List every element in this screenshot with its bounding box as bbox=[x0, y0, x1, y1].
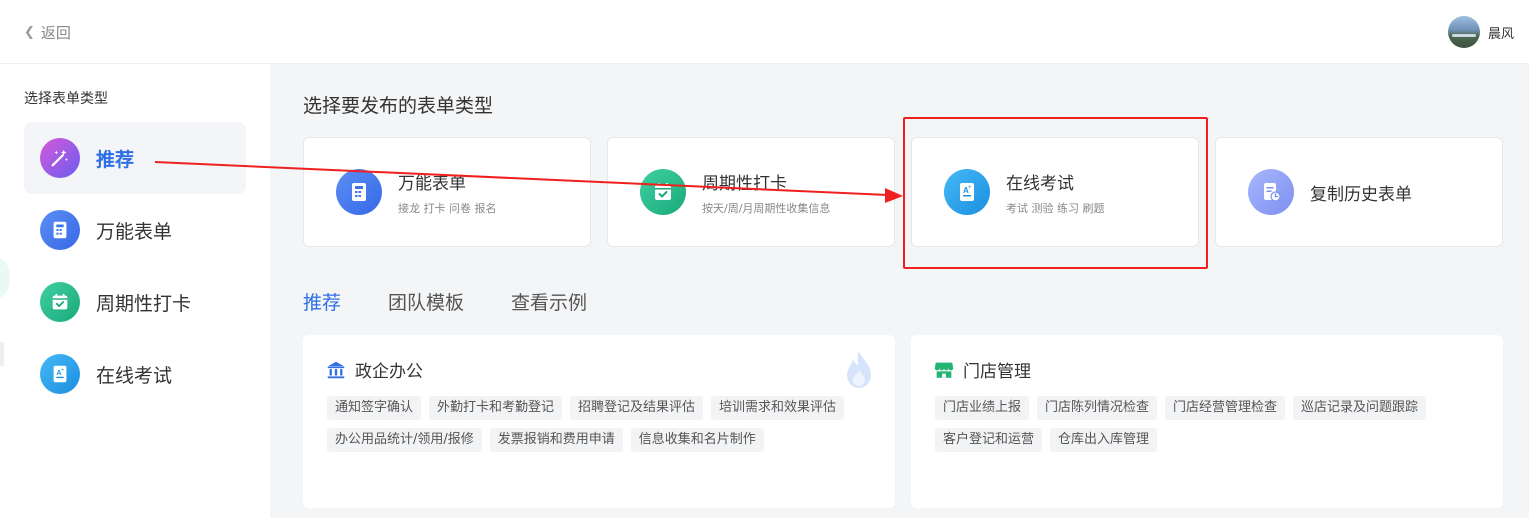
template-tag[interactable]: 客户登记和运营 bbox=[935, 428, 1043, 452]
sidebar-item-label: 周期性打卡 bbox=[96, 292, 192, 315]
type-card-name: 万能表单 bbox=[398, 173, 466, 194]
user-name: 晨风 bbox=[1487, 26, 1514, 42]
page-title: 选择要发布的表单类型 bbox=[303, 95, 494, 117]
tab-view-examples[interactable]: 查看示例 bbox=[511, 288, 587, 315]
svg-text:+: + bbox=[968, 185, 972, 191]
calendar-check-icon bbox=[640, 169, 686, 215]
tag-list: 通知签字确认 外勤打卡和考勤登记 招聘登记及结果评估 培训需求和效果评估 办公用… bbox=[327, 396, 867, 452]
chevron-left-icon: ❮ bbox=[24, 25, 35, 40]
exam-icon: A + bbox=[944, 169, 990, 215]
history-form-icon bbox=[1248, 169, 1294, 215]
category-name: 门店管理 bbox=[963, 362, 1031, 382]
template-tag[interactable]: 门店业绩上报 bbox=[935, 396, 1030, 420]
sidebar-title: 选择表单类型 bbox=[24, 91, 108, 107]
tab-team-templates[interactable]: 团队模板 bbox=[388, 288, 464, 315]
template-tag[interactable]: 外勤打卡和考勤登记 bbox=[429, 396, 563, 420]
category-card-government-office: 政企办公 通知签字确认 外勤打卡和考勤登记 招聘登记及结果评估 培训需求和效果评… bbox=[303, 335, 895, 508]
sidebar-item-label: 万能表单 bbox=[96, 220, 173, 243]
top-bar: ❮ 返回 晨风 bbox=[0, 0, 1529, 64]
type-card-copy-history[interactable]: 复制历史表单 bbox=[1215, 137, 1503, 247]
type-card-name: 复制历史表单 bbox=[1310, 184, 1412, 205]
template-tag[interactable]: 发票报销和费用申请 bbox=[489, 428, 623, 452]
template-tabs: 推荐 团队模板 查看示例 bbox=[303, 288, 587, 315]
form-icon bbox=[40, 210, 80, 250]
sidebar-item-periodic-checkin[interactable]: 周期性打卡 bbox=[24, 266, 246, 338]
type-card-desc: 考试 测验 练习 刷题 bbox=[1006, 201, 1105, 215]
template-tag[interactable]: 巡店记录及问题跟踪 bbox=[1293, 396, 1427, 420]
svg-text:+: + bbox=[61, 367, 64, 373]
type-card-online-exam[interactable]: A + 在线考试 考试 测验 练习 刷题 bbox=[911, 137, 1199, 247]
template-tag[interactable]: 招聘登记及结果评估 bbox=[570, 396, 704, 420]
sidebar-item-label: 在线考试 bbox=[96, 364, 173, 387]
template-tag[interactable]: 通知签字确认 bbox=[327, 396, 422, 420]
sidebar: 选择表单类型 推荐 万能表单 周期性打卡 A + 在线考试 bbox=[0, 64, 270, 518]
exam-icon: A + bbox=[40, 354, 80, 394]
type-card-name: 在线考试 bbox=[1006, 173, 1074, 194]
user-menu[interactable]: 晨风 bbox=[1447, 16, 1514, 48]
type-card-universal-form[interactable]: 万能表单 接龙 打卡 问卷 报名 bbox=[303, 137, 591, 247]
edge-divider bbox=[0, 342, 4, 366]
template-tag[interactable]: 信息收集和名片制作 bbox=[630, 428, 764, 452]
calendar-check-icon bbox=[40, 282, 80, 322]
back-button[interactable]: ❮ 返回 bbox=[24, 22, 71, 43]
avatar[interactable] bbox=[1447, 16, 1480, 48]
template-tag[interactable]: 仓库出入库管理 bbox=[1050, 428, 1158, 452]
type-card-name: 周期性打卡 bbox=[702, 173, 787, 194]
magic-wand-icon bbox=[40, 138, 80, 178]
sidebar-item-universal-form[interactable]: 万能表单 bbox=[24, 194, 246, 266]
main-content: 选择要发布的表单类型 万能表单 接龙 打卡 问卷 报名 周期性打卡 按天/周/月… bbox=[270, 64, 1529, 518]
type-card-desc: 按天/周/月周期性收集信息 bbox=[702, 201, 831, 215]
type-card-periodic-checkin[interactable]: 周期性打卡 按天/周/月周期性收集信息 bbox=[607, 137, 895, 247]
template-tag[interactable]: 办公用品统计/领用/报修 bbox=[327, 428, 482, 452]
category-card-store-management: 门店管理 门店业绩上报 门店陈列情况检查 门店经营管理检查 巡店记录及问题跟踪 … bbox=[911, 335, 1503, 508]
store-icon bbox=[933, 359, 955, 381]
form-icon bbox=[336, 169, 382, 215]
template-tag[interactable]: 门店陈列情况检查 bbox=[1037, 396, 1158, 420]
flame-icon bbox=[847, 351, 871, 388]
sidebar-item-label: 推荐 bbox=[96, 148, 135, 171]
template-tag[interactable]: 培训需求和效果评估 bbox=[711, 396, 845, 420]
type-card-desc: 接龙 打卡 问卷 报名 bbox=[398, 201, 497, 215]
government-building-icon bbox=[325, 359, 347, 381]
category-name: 政企办公 bbox=[355, 362, 423, 382]
tab-recommend[interactable]: 推荐 bbox=[303, 288, 341, 315]
sidebar-item-online-exam[interactable]: A + 在线考试 bbox=[24, 338, 246, 410]
back-label: 返回 bbox=[40, 24, 71, 42]
tag-list: 门店业绩上报 门店陈列情况检查 门店经营管理检查 巡店记录及问题跟踪 客户登记和… bbox=[935, 396, 1475, 452]
sidebar-item-recommend[interactable]: 推荐 bbox=[24, 122, 246, 194]
template-tag[interactable]: 门店经营管理检查 bbox=[1165, 396, 1286, 420]
